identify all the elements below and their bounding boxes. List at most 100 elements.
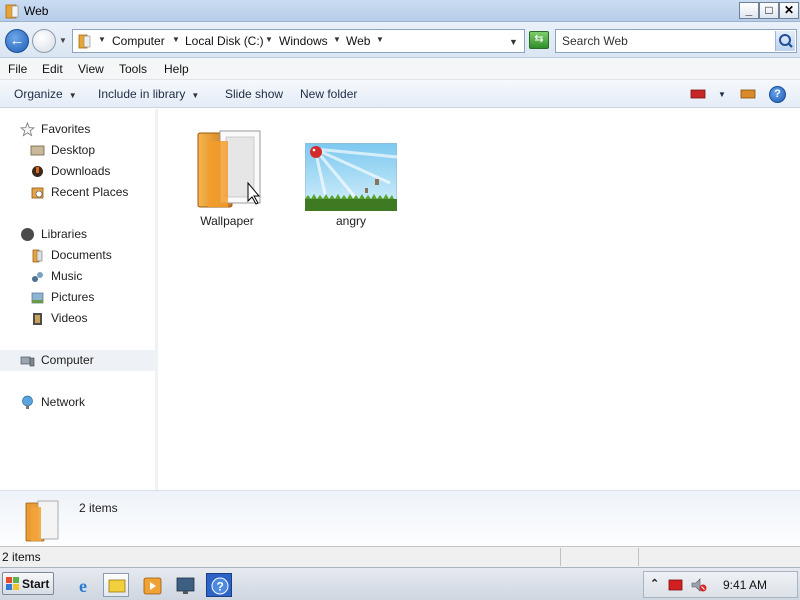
nav-videos[interactable]: Videos (0, 308, 155, 329)
pictures-icon (31, 292, 44, 304)
folder-icon (5, 4, 19, 19)
back-button[interactable]: ← (5, 29, 29, 53)
svg-text:?: ? (217, 580, 224, 594)
nav-videos-label: Videos (51, 311, 88, 325)
status-bar: 2 items (0, 546, 800, 567)
breadcrumb-local-disk[interactable]: Local Disk (C:) (185, 34, 264, 48)
search-button[interactable] (775, 31, 795, 51)
refresh-icon: ⇆ (534, 33, 544, 45)
clock[interactable]: 9:41 AM (723, 578, 767, 592)
show-hidden-icons-button[interactable]: ⌃ (650, 577, 659, 590)
file-list: Wallpaper angry (160, 109, 800, 490)
action-center-icon[interactable] (668, 578, 684, 592)
breadcrumb-chevron-icon[interactable]: ▼ (98, 35, 106, 44)
libraries-icon (21, 228, 34, 241)
nav-pictures[interactable]: Pictures (0, 287, 155, 308)
breadcrumb-chevron-icon[interactable]: ▼ (333, 35, 341, 44)
file-item-wallpaper[interactable]: Wallpaper (172, 119, 282, 229)
downloads-icon (32, 166, 43, 177)
nav-downloads-label: Downloads (51, 164, 111, 178)
menu-tools[interactable]: Tools (119, 62, 147, 76)
nav-recent-places[interactable]: Recent Places (0, 182, 155, 203)
nav-favorites[interactable]: Favorites (0, 119, 155, 140)
folder-icon (78, 34, 91, 49)
volume-muted-icon[interactable] (690, 577, 708, 593)
include-in-library-label: Include in library (98, 87, 186, 101)
forward-button[interactable] (32, 29, 56, 53)
navigation-pane: Favorites Desktop Downloads Recent Place… (0, 109, 158, 490)
computer-icon (20, 356, 35, 367)
breadcrumb-computer[interactable]: Computer (112, 34, 165, 48)
recent-pages-dropdown[interactable]: ▼ (59, 36, 67, 45)
nav-desktop[interactable]: Desktop (0, 140, 155, 161)
system-tray: ⌃ 9:41 AM (643, 571, 798, 598)
file-name-angry: angry (335, 214, 367, 228)
view-options-dropdown[interactable]: ▼ (718, 90, 726, 99)
address-toolbar: ← ▼ ▼ Computer ▼ Local Disk (C:) ▼ Windo… (0, 22, 800, 58)
network-monitor-icon[interactable] (172, 573, 198, 597)
image-thumbnail (305, 143, 397, 211)
window-title: Web (24, 4, 49, 18)
nav-computer[interactable]: Computer (0, 350, 155, 371)
nav-network[interactable]: Network (0, 392, 155, 413)
back-arrow-icon: ← (9, 32, 25, 49)
breadcrumb-windows[interactable]: Windows (279, 34, 328, 48)
status-text: 2 items (2, 550, 41, 564)
help-icon[interactable]: ? (206, 573, 232, 597)
nav-libraries[interactable]: Libraries (0, 224, 155, 245)
nav-recent-places-label: Recent Places (51, 185, 129, 199)
status-divider (560, 548, 561, 566)
address-dropdown-icon[interactable]: ▼ (509, 37, 518, 47)
start-button[interactable]: Start (2, 572, 54, 595)
breadcrumb-chevron-icon[interactable]: ▼ (376, 35, 384, 44)
minimize-button[interactable]: _ (739, 2, 759, 19)
item-count: 2 items (79, 501, 118, 515)
organize-button[interactable]: Organize ▼ (14, 87, 77, 101)
file-item-angry[interactable]: angry (296, 119, 406, 229)
menu-file[interactable]: File (8, 62, 27, 76)
title-bar: Web _ □ ✕ (0, 0, 800, 22)
documents-icon (32, 249, 43, 263)
help-button[interactable]: ? (769, 86, 786, 103)
taskbar: Start e ? ⌃ 9:41 AM (0, 567, 800, 600)
file-name-wallpaper: Wallpaper (200, 214, 254, 228)
preview-pane-icon[interactable] (740, 88, 756, 100)
network-icon (22, 395, 33, 409)
start-label: Start (22, 577, 50, 591)
desktop-icon (30, 145, 45, 156)
change-view-icon[interactable] (690, 88, 706, 100)
refresh-button[interactable]: ⇆ (529, 31, 549, 49)
media-player-icon[interactable] (139, 573, 165, 597)
menu-edit[interactable]: Edit (42, 62, 63, 76)
breadcrumb-chevron-icon[interactable]: ▼ (172, 35, 180, 44)
close-button[interactable]: ✕ (779, 2, 799, 19)
nav-libraries-label: Libraries (41, 227, 88, 241)
ie-icon[interactable]: e (72, 573, 98, 597)
new-folder-button[interactable]: New folder (300, 87, 357, 101)
address-box[interactable]: ▼ Computer ▼ Local Disk (C:) ▼ Windows ▼… (72, 29, 525, 53)
explorer-icon[interactable] (103, 573, 129, 597)
nav-music[interactable]: Music (0, 266, 155, 287)
nav-documents-label: Documents (51, 248, 112, 262)
slide-show-button[interactable]: Slide show (225, 87, 283, 101)
details-pane: 2 items (0, 490, 800, 546)
recent-places-icon (31, 187, 44, 199)
include-in-library-button[interactable]: Include in library ▼ (98, 87, 199, 101)
command-bar: Organize ▼ Include in library ▼ Slide show… (0, 80, 800, 108)
maximize-button[interactable]: □ (759, 2, 779, 19)
nav-pictures-label: Pictures (51, 290, 95, 304)
menu-help[interactable]: Help (164, 62, 189, 76)
search-input[interactable] (556, 30, 774, 52)
nav-favorites-label: Favorites (41, 122, 91, 136)
nav-documents[interactable]: Documents (0, 245, 155, 266)
nav-downloads[interactable]: Downloads (0, 161, 155, 182)
star-icon (20, 122, 35, 137)
breadcrumb-web[interactable]: Web (346, 34, 370, 48)
videos-icon (33, 313, 42, 325)
breadcrumb-chevron-icon[interactable]: ▼ (265, 35, 273, 44)
folder-icon (25, 500, 59, 542)
menu-view[interactable]: View (78, 62, 104, 76)
search-icon (779, 34, 793, 48)
search-box (555, 29, 797, 53)
nav-music-label: Music (51, 269, 83, 283)
